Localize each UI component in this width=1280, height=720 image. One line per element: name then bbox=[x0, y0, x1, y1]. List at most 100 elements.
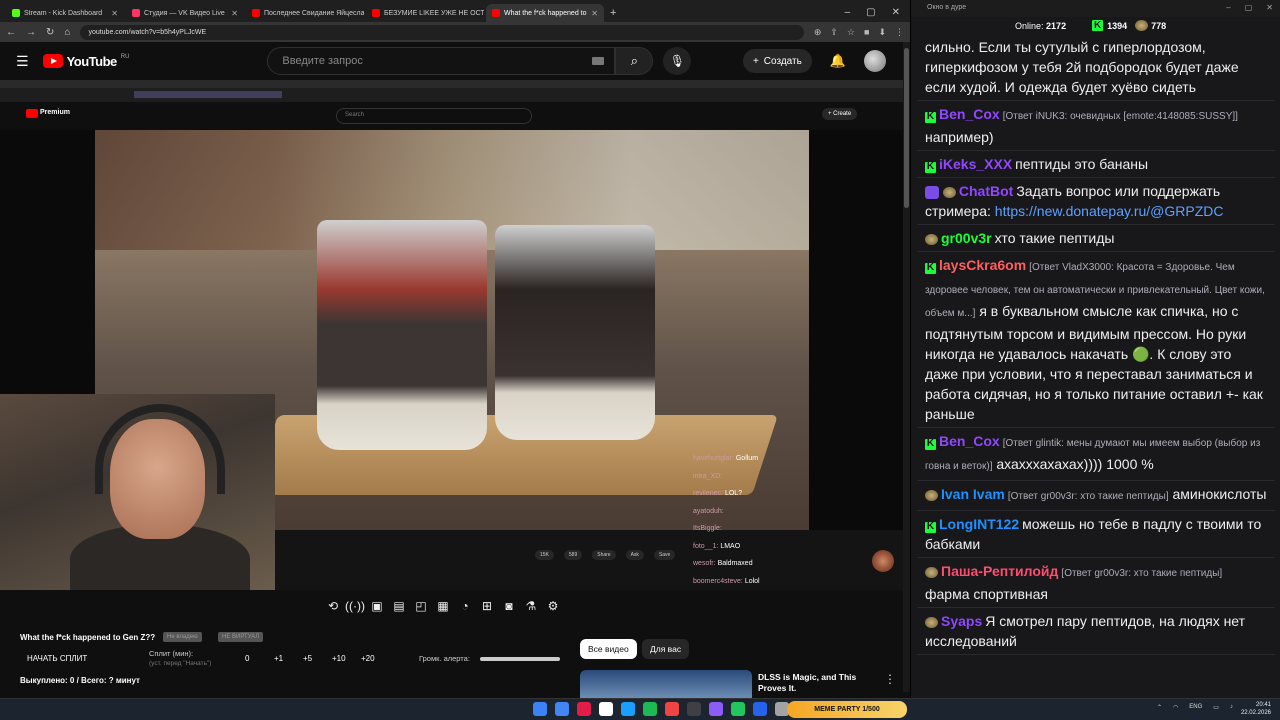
taskbar-app-icon[interactable] bbox=[555, 702, 569, 716]
taskbar-app-icon[interactable] bbox=[577, 702, 591, 716]
chat-link[interactable]: https://new.donatepay.ru/@GRPZDC bbox=[995, 203, 1224, 219]
split-value-button[interactable]: +5 bbox=[303, 654, 332, 663]
taskbar-app-icon[interactable] bbox=[687, 702, 701, 716]
pepe-icon bbox=[1135, 20, 1149, 31]
chat-username[interactable]: laysCkra6om bbox=[939, 257, 1026, 273]
close-icon[interactable]: ✕ bbox=[1266, 3, 1273, 12]
status-chip[interactable]: Не владею bbox=[163, 632, 202, 642]
clock[interactable]: 20:41 22.02.2026 bbox=[1225, 701, 1271, 717]
taskbar-app-icon[interactable] bbox=[731, 702, 745, 716]
chat-username[interactable]: LongINT122 bbox=[939, 516, 1019, 532]
clock-date: 22.02.2026 bbox=[1240, 710, 1271, 716]
wifi-icon[interactable]: ◠ bbox=[1173, 704, 1178, 711]
chip-all-videos[interactable]: Все видео bbox=[580, 639, 637, 659]
share-icon[interactable]: ⇪ bbox=[830, 27, 838, 38]
browser-tab[interactable]: БЕЗУМИЕ LIKEE УЖЕ НЕ ОСТА✕ bbox=[366, 4, 484, 22]
split-value-button[interactable]: +20 bbox=[361, 654, 390, 663]
menu-icon[interactable]: ⋮ bbox=[895, 27, 904, 38]
nested-action: Save bbox=[653, 550, 676, 560]
bell-icon[interactable]: 🔔 bbox=[830, 53, 846, 69]
network-icon[interactable]: ▭ bbox=[1213, 704, 1219, 711]
browser-tab[interactable]: Последнее Свидание Яйцесла✕ bbox=[246, 4, 364, 22]
zoom-icon[interactable]: ⊕ bbox=[814, 27, 822, 38]
tab-close-icon[interactable]: ✕ bbox=[231, 9, 238, 18]
overlay-chat-user: wesofr: bbox=[693, 560, 716, 568]
maximize-icon[interactable]: ▢ bbox=[866, 7, 875, 18]
scrollbar-thumb[interactable] bbox=[904, 48, 909, 208]
keyboard-icon[interactable] bbox=[592, 57, 605, 65]
headphones bbox=[95, 404, 225, 494]
chat-text: ахахххахахах)))) 1000 % bbox=[996, 456, 1154, 472]
taskbar-app-icon[interactable] bbox=[621, 702, 635, 716]
related-title[interactable]: DLSS is Magic, and This Proves It. bbox=[758, 672, 878, 694]
chat-username[interactable]: ChatBot bbox=[959, 183, 1013, 199]
page-scrollbar[interactable] bbox=[903, 42, 910, 692]
bought-status: Выкуплено: 0 / Всего: ? минут bbox=[20, 676, 140, 685]
chat-username[interactable]: Ivan Ivam bbox=[941, 486, 1005, 502]
tab-close-icon[interactable]: ✕ bbox=[111, 9, 118, 18]
chip-for-you[interactable]: Для вас bbox=[642, 639, 690, 659]
chat-username[interactable]: iKeks_XXX bbox=[939, 156, 1012, 172]
create-button[interactable]: + Создать bbox=[742, 49, 812, 73]
taskbar-app-icon[interactable] bbox=[533, 702, 547, 716]
taskbar-app-icon[interactable] bbox=[643, 702, 657, 716]
taskbar-app-icon[interactable] bbox=[753, 702, 767, 716]
close-icon[interactable]: ✕ bbox=[892, 7, 900, 18]
taskbar-app-icon[interactable] bbox=[709, 702, 723, 716]
split-value-button[interactable]: +1 bbox=[274, 654, 303, 663]
star-icon[interactable]: ☆ bbox=[847, 27, 855, 38]
browser-tab[interactable]: Stream - Kick Dashboard ✕ bbox=[6, 4, 124, 22]
tab-favicon-icon bbox=[492, 9, 500, 17]
language-indicator[interactable]: ENG bbox=[1189, 704, 1202, 711]
taskbar-app-icon[interactable] bbox=[665, 702, 679, 716]
split-value-button[interactable]: +10 bbox=[332, 654, 361, 663]
split-value-button[interactable]: 0 bbox=[245, 654, 274, 663]
browser-tab[interactable]: What the f*ck happened to ✕ bbox=[486, 4, 604, 22]
overlay-chat-line: havehurtglar: Gollum bbox=[693, 450, 813, 468]
minimize-icon[interactable]: – bbox=[845, 7, 851, 18]
status-chip[interactable]: НЕ ВИРТУАЛ bbox=[218, 632, 264, 642]
reload-icon[interactable]: ↻ bbox=[46, 27, 54, 38]
meme-party-widget[interactable]: MEME PARTY 1/500 bbox=[787, 701, 907, 718]
tab-title: БЕЗУМИЕ LIKEE УЖЕ НЕ ОСТА bbox=[384, 9, 484, 17]
nested-action: 15K bbox=[535, 550, 554, 560]
youtube-logo[interactable]: YouTube RU bbox=[42, 54, 129, 69]
chat-username[interactable]: Паша-Рептилойд bbox=[941, 563, 1058, 579]
chat-username[interactable]: gr00v3r bbox=[941, 230, 992, 246]
chevron-up-icon[interactable]: ⌃ bbox=[1157, 704, 1162, 711]
url-field[interactable]: youtube.com/watch?v=b5h4yPLJcWE bbox=[80, 24, 804, 40]
tab-list: Stream - Kick Dashboard ✕ Студия — VK Виде… bbox=[6, 4, 606, 22]
overlay-chat-line: wesofr: Baldmaxed bbox=[693, 555, 813, 573]
youtube-header: ☰ YouTube RU Введите запрос ⌕ 🎙 + Создать… bbox=[0, 42, 910, 80]
chat-reply-context: [Ответ iNUK3: очевидных [emote:4148085:S… bbox=[1002, 111, 1238, 122]
hamburger-icon[interactable]: ☰ bbox=[16, 53, 29, 70]
video-player[interactable]: Premium Search + Create 15K 589 Share Ask Sa… bbox=[0, 80, 903, 590]
start-split-button[interactable]: НАЧАТЬ СПЛИТ bbox=[27, 654, 87, 663]
home-icon[interactable]: ⌂ bbox=[64, 27, 70, 38]
extensions: ⊕ ⇪ ☆ ■ ⬇ ⋮ bbox=[814, 27, 904, 38]
download-icon[interactable]: ⬇ bbox=[878, 27, 886, 38]
chat-text: сильно. Если ты сутулый с гиперлордозом,… bbox=[925, 39, 1239, 95]
minimize-icon[interactable]: – bbox=[1226, 3, 1230, 12]
search-input[interactable]: Введите запрос bbox=[267, 47, 616, 75]
more-icon[interactable]: ⋮ bbox=[884, 672, 896, 686]
browser-tab-bar: Stream - Kick Dashboard ✕ Студия — VK Виде… bbox=[0, 0, 910, 22]
alert-volume-slider[interactable] bbox=[480, 657, 560, 661]
taskbar-app-icon[interactable] bbox=[599, 702, 613, 716]
avatar[interactable] bbox=[864, 50, 886, 72]
forward-icon[interactable]: → bbox=[26, 27, 36, 38]
chat-username[interactable]: Ben_Cox bbox=[939, 433, 1000, 449]
mic-button[interactable]: 🎙 bbox=[663, 47, 692, 75]
search-button[interactable]: ⌕ bbox=[615, 47, 654, 75]
search-placeholder: Введите запрос bbox=[282, 55, 363, 67]
tab-close-icon[interactable]: ✕ bbox=[591, 9, 598, 18]
new-tab-button[interactable]: + bbox=[610, 7, 616, 19]
browser-tab[interactable]: Студия — VK Видео Live ✕ bbox=[126, 4, 244, 22]
maximize-icon[interactable]: ▢ bbox=[1245, 3, 1253, 12]
clock-time: 20:41 bbox=[1255, 702, 1271, 708]
chat-username[interactable]: Ben_Cox bbox=[939, 106, 1000, 122]
extension-icon[interactable]: ■ bbox=[864, 27, 869, 38]
split-label: Сплит (мин): bbox=[149, 649, 194, 658]
back-icon[interactable]: ← bbox=[6, 27, 16, 38]
chat-username[interactable]: Syaps bbox=[941, 613, 982, 629]
